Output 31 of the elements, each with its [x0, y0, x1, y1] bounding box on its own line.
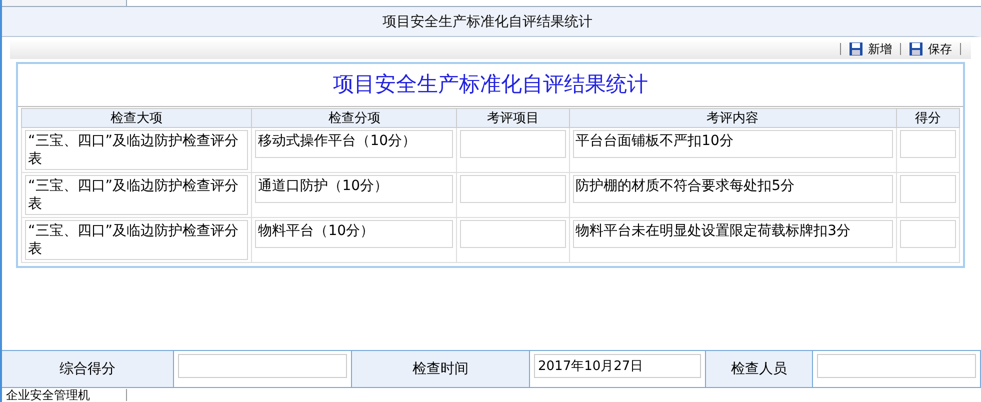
input-field[interactable]	[178, 354, 347, 378]
subitem-field[interactable]: 移动式操作平台（10分）	[255, 130, 454, 158]
column-header: 得分	[896, 108, 960, 128]
evaluation-item-field[interactable]	[460, 175, 566, 203]
column-header: 考评项目	[456, 108, 570, 128]
subitem-field[interactable]: 物料平台（10分）	[255, 220, 454, 248]
column-header: 检查大项	[22, 108, 252, 128]
page-title: 项目安全生产标准化自评结果统计	[2, 7, 981, 37]
score-field[interactable]	[900, 175, 956, 203]
input-field[interactable]	[817, 354, 976, 378]
field-label: 企业安全管理机	[2, 389, 127, 401]
evaluation-item-field[interactable]	[460, 220, 566, 248]
category-field[interactable]: “三宝、四口”及临边防护检查评分表	[25, 130, 248, 170]
score-field[interactable]	[900, 130, 956, 158]
subitem-field[interactable]: 通道口防护（10分）	[255, 175, 454, 203]
evaluation-content-field[interactable]: 防护棚的材质不符合要求每处扣5分	[572, 175, 893, 203]
evaluation-item-field[interactable]	[460, 130, 566, 158]
evaluation-content-field[interactable]: 平台台面铺板不严扣10分	[572, 130, 893, 158]
toolbar-button[interactable]: 新增	[847, 40, 894, 58]
field-label: 检查时间	[352, 351, 530, 387]
field-label: 综合得分	[2, 351, 174, 387]
field-label: 检查人员	[706, 351, 813, 387]
column-header: 考评内容	[569, 108, 896, 128]
score-field[interactable]	[900, 220, 956, 248]
evaluation-content-field[interactable]: 物料平台未在明显处设置限定荷载标牌扣3分	[572, 220, 893, 248]
category-field[interactable]: “三宝、四口”及临边防护检查评分表	[25, 175, 248, 215]
toolbar-button[interactable]: 保存	[907, 40, 954, 58]
category-field[interactable]: “三宝、四口”及临边防护检查评分表	[25, 220, 248, 260]
column-header: 检查分项	[252, 108, 457, 128]
form-heading: 项目安全生产标准化自评结果统计	[18, 64, 963, 107]
input-field[interactable]: 2017年10月27日	[534, 354, 701, 378]
